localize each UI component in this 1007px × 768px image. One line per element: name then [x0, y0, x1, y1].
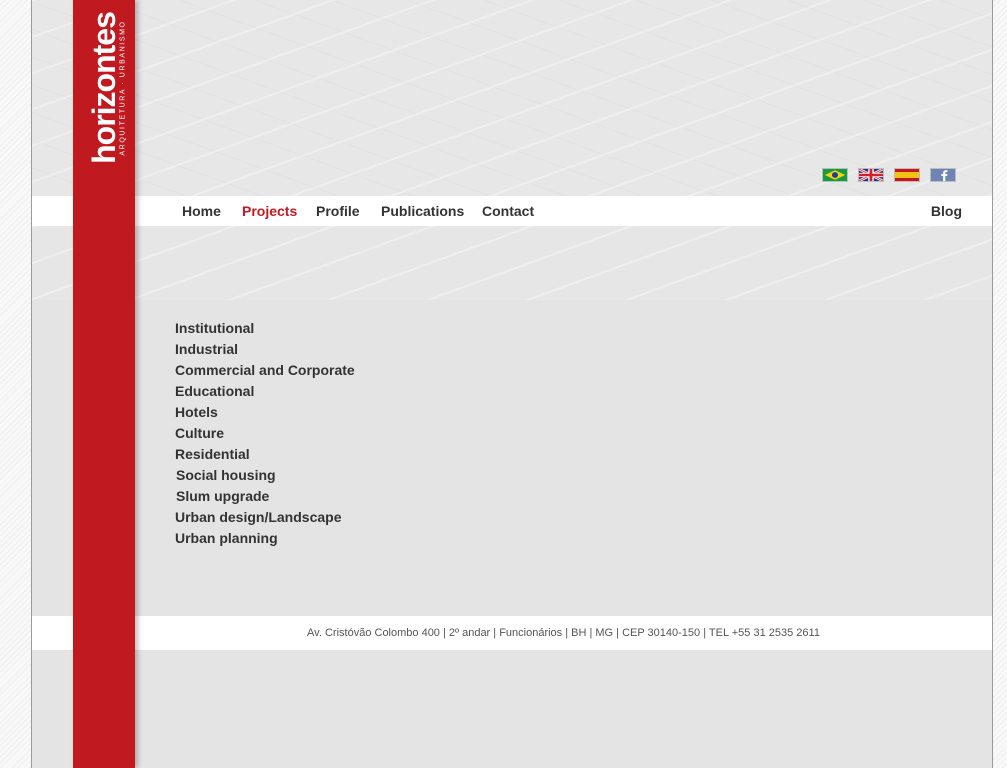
category-commercial-corporate[interactable]: Commercial and Corporate — [175, 360, 355, 381]
category-institutional[interactable]: Institutional — [175, 318, 355, 339]
uk-flag-icon[interactable] — [858, 168, 884, 182]
category-urban-design-landscape[interactable]: Urban design/Landscape — [175, 507, 355, 528]
header-texture — [32, 0, 992, 196]
banner-texture — [32, 226, 992, 300]
category-industrial[interactable]: Industrial — [175, 339, 355, 360]
footer-address: Av. Cristóvão Colombo 400 | 2º andar | F… — [307, 627, 820, 639]
category-hotels[interactable]: Hotels — [175, 402, 355, 423]
nav-item-profile[interactable]: Profile — [316, 196, 360, 226]
category-culture[interactable]: Culture — [175, 423, 355, 444]
logo[interactable]: horizontes ARQUITETURA · URBANISMO — [73, 0, 135, 175]
spain-flag-icon[interactable] — [894, 168, 920, 182]
logo-tagline: ARQUITETURA · URBANISMO — [119, 20, 127, 156]
project-category-list: Institutional Industrial Commercial and … — [175, 318, 355, 549]
footer: Av. Cristóvão Colombo 400 | 2º andar | F… — [32, 616, 992, 650]
nav-item-home[interactable]: Home — [182, 196, 221, 226]
nav-item-blog[interactable]: Blog — [931, 196, 962, 226]
sidebar: horizontes ARQUITETURA · URBANISMO — [73, 0, 135, 768]
category-slum-upgrade[interactable]: Slum upgrade — [175, 486, 355, 507]
category-educational[interactable]: Educational — [175, 381, 355, 402]
page-container: Home Projects Profile Publications Conta… — [31, 0, 993, 768]
nav-item-publications[interactable]: Publications — [381, 196, 464, 226]
logo-text: horizontes — [86, 12, 122, 164]
facebook-icon[interactable] — [930, 168, 956, 182]
nav-item-contact[interactable]: Contact — [482, 196, 534, 226]
brazil-flag-icon[interactable] — [822, 168, 848, 182]
category-urban-planning[interactable]: Urban planning — [175, 528, 355, 549]
nav-item-projects[interactable]: Projects — [242, 196, 297, 226]
category-residential[interactable]: Residential — [175, 444, 355, 465]
main-navigation: Home Projects Profile Publications Conta… — [32, 196, 992, 226]
category-social-housing[interactable]: Social housing — [175, 465, 355, 486]
